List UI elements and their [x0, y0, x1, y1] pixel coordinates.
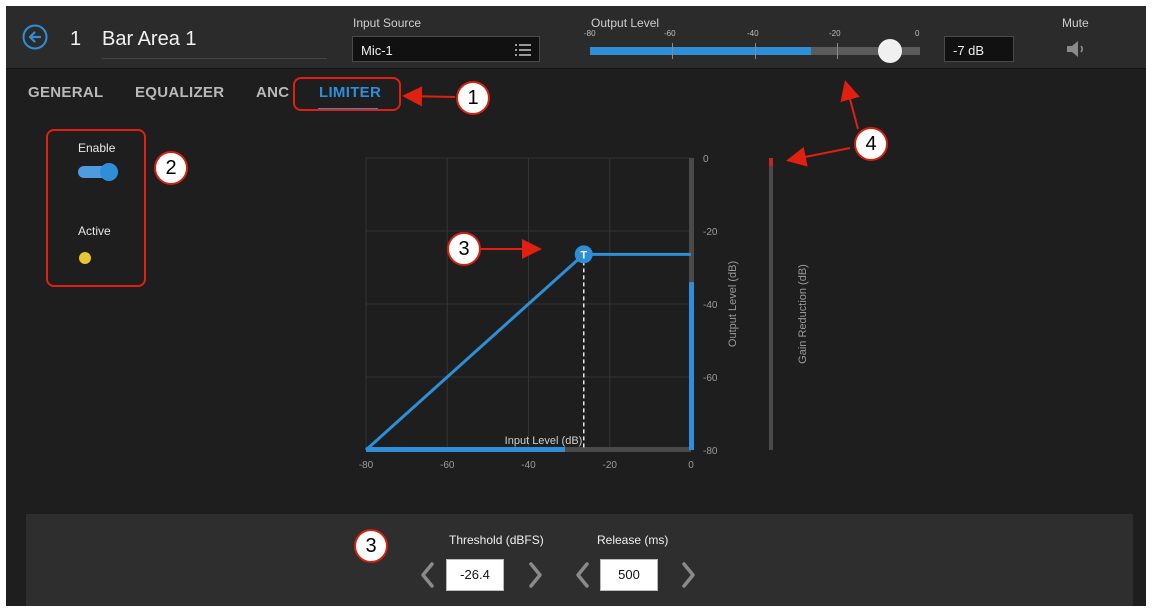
- annotation-number: 3: [447, 232, 481, 266]
- annotation-number: 1: [456, 81, 490, 115]
- input-meter-fill: [366, 447, 566, 452]
- y-tick-label: 0: [703, 154, 709, 165]
- mute-label: Mute: [1062, 16, 1089, 30]
- input-source-value: Mic-1: [361, 43, 393, 58]
- limiter-app: 1 Bar Area 1 Input Source Mic-1 Output L…: [6, 6, 1146, 606]
- meter-tick-label: -20: [829, 29, 841, 38]
- tab-general[interactable]: GENERAL: [28, 84, 103, 101]
- gain-reduction-peak-mark: [769, 158, 773, 166]
- output-level-meter[interactable]: [590, 39, 920, 63]
- speaker-icon[interactable]: [1066, 40, 1088, 58]
- release-label: Release (ms): [597, 533, 669, 547]
- area-name-underline: [102, 58, 327, 59]
- threshold-input[interactable]: -26.4: [446, 559, 504, 591]
- threshold-increase-chevron-icon[interactable]: [526, 561, 544, 589]
- callout-box-enable-active: [46, 129, 146, 287]
- annotation-number: 2: [154, 151, 188, 185]
- x-tick-label: -60: [440, 460, 455, 471]
- output-level-input[interactable]: -7 dB: [944, 36, 1014, 62]
- x-axis-label: Input Level (dB): [505, 435, 583, 447]
- list-icon: [515, 44, 531, 56]
- meter-tick-mark: [672, 43, 673, 59]
- y-tick-label: -40: [703, 300, 718, 311]
- annotation-number: 4: [854, 127, 888, 161]
- tab-equalizer[interactable]: EQUALIZER: [135, 84, 224, 101]
- threshold-decrease-chevron-icon[interactable]: [419, 561, 437, 589]
- x-tick-label: -20: [603, 460, 618, 471]
- output-level-knob[interactable]: [878, 39, 903, 63]
- input-source-label: Input Source: [353, 16, 422, 30]
- x-tick-label: 0: [688, 460, 694, 471]
- header-bar: 1 Bar Area 1 Input Source Mic-1 Output L…: [6, 6, 1146, 69]
- release-decrease-chevron-icon[interactable]: [574, 561, 592, 589]
- release-increase-chevron-icon[interactable]: [679, 561, 697, 589]
- annotation-number: 3: [354, 529, 388, 563]
- gain-reduction-meter-track: [769, 158, 773, 450]
- tab-anc[interactable]: ANC: [256, 84, 289, 101]
- area-name[interactable]: Bar Area 1: [102, 28, 197, 51]
- x-tick-label: -80: [359, 460, 374, 471]
- gain-reduction-label: Gain Reduction (dB): [797, 264, 809, 364]
- meter-tick-label: -80: [584, 29, 596, 38]
- output-level-label: Output Level: [591, 16, 660, 30]
- limiter-controls-panel: Threshold (dBFS) -26.4 Release (ms) 500: [26, 514, 1133, 606]
- meter-tick-mark: [755, 43, 756, 59]
- x-tick-label: -40: [521, 460, 536, 471]
- y-axis-label: Output Level (dB): [727, 261, 739, 347]
- release-input[interactable]: 500: [600, 559, 658, 591]
- threshold-marker-label: T: [580, 249, 587, 261]
- y-tick-label: -60: [703, 373, 718, 384]
- output-level-fill: [590, 47, 812, 55]
- meter-tick-label: -60: [664, 29, 676, 38]
- output-meter-fill: [689, 282, 694, 450]
- area-number: 1: [70, 28, 82, 50]
- meter-tick-label: -40: [747, 29, 759, 38]
- input-source-select[interactable]: Mic-1: [352, 36, 540, 62]
- meter-tick-label: 0: [915, 29, 920, 38]
- limiter-transfer-graph: T -80 -60 -40 -20 0 0 -20 -40 -60 -80 Input Level …: [359, 154, 809, 471]
- y-tick-label: -80: [703, 446, 718, 457]
- threshold-label: Threshold (dBFS): [449, 533, 544, 547]
- y-tick-label: -20: [703, 227, 718, 238]
- callout-box-limiter-tab: [293, 77, 401, 111]
- back-arrow-icon[interactable]: [22, 24, 48, 50]
- meter-tick-mark: [837, 43, 838, 59]
